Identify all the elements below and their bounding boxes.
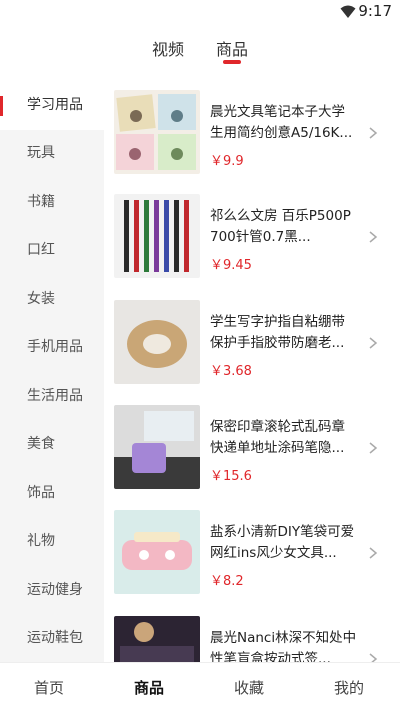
- product-item[interactable]: 晨光Nanci林深不知处中性笔盲盒按动式签...: [104, 608, 400, 662]
- status-bar: 9:17: [0, 0, 400, 26]
- product-item[interactable]: 祁么么文房 百乐P500P700针管0.7黑... ￥9.45: [104, 186, 400, 290]
- product-price: ￥3.68: [210, 364, 252, 379]
- sidebar-item-lipstick[interactable]: 口红: [0, 227, 104, 275]
- product-title: 学生写字护指自粘绷带保护手指胶带防磨老...: [210, 314, 345, 351]
- product-title: 盐系小清新DIY笔袋可爱网红ins风少女文具...: [210, 524, 355, 561]
- sidebar-item-label: 运动鞋包: [27, 630, 83, 646]
- product-price: ￥8.2: [210, 574, 244, 589]
- chevron-right-icon: [369, 653, 378, 662]
- sidebar-item-label: 书籍: [27, 194, 55, 210]
- sidebar-item-label: 手机用品: [27, 339, 83, 355]
- sidebar-item-gifts[interactable]: 礼物: [0, 518, 104, 566]
- nav-mine[interactable]: 我的: [334, 677, 364, 698]
- product-price: ￥9.9: [210, 154, 244, 169]
- chevron-right-icon: [369, 337, 378, 349]
- product-title: 晨光文具笔记本子大学生用简约创意A5/16K...: [210, 104, 353, 141]
- sidebar-item-label: 饰品: [27, 485, 55, 501]
- product-item[interactable]: 学生写字护指自粘绷带保护手指胶带防磨老... ￥3.68: [104, 292, 400, 396]
- product-list: 晨光文具笔记本子大学生用简约创意A5/16K... ￥9.9 祁么么文房 百乐P…: [104, 82, 400, 662]
- sidebar-item-sport-shoes-bags[interactable]: 运动鞋包: [0, 615, 104, 663]
- sidebar-item-study-supplies[interactable]: 学习用品: [0, 82, 104, 130]
- product-image-pens: [114, 194, 200, 278]
- sidebar-item-books[interactable]: 书籍: [0, 179, 104, 227]
- category-sidebar: 学习用品 玩具 书籍 口红 女装 手机用品 生活用品 美食 饰品 礼物 运动健身…: [0, 82, 104, 662]
- chevron-right-icon: [369, 547, 378, 559]
- sidebar-item-label: 玩具: [27, 145, 55, 161]
- product-image-stamp: [114, 405, 200, 489]
- active-tab-indicator: [223, 60, 241, 64]
- product-item[interactable]: 晨光文具笔记本子大学生用简约创意A5/16K... ￥9.9: [104, 82, 400, 186]
- sidebar-item-jewelry[interactable]: 饰品: [0, 470, 104, 518]
- product-image-tape: [114, 300, 200, 384]
- sidebar-item-label: 生活用品: [27, 388, 83, 404]
- sidebar-item-label: 运动健身: [27, 582, 83, 598]
- product-image-pencil-case: [114, 510, 200, 594]
- sidebar-item-label: 女装: [27, 291, 55, 307]
- product-price: ￥15.6: [210, 469, 252, 484]
- wifi-icon: [340, 5, 356, 18]
- tab-video[interactable]: 视频: [152, 36, 184, 60]
- sidebar-item-phone-accessories[interactable]: 手机用品: [0, 324, 104, 372]
- product-image-blind-box-pens: [114, 616, 200, 662]
- tab-goods[interactable]: 商品: [216, 36, 248, 60]
- sidebar-item-toys[interactable]: 玩具: [0, 130, 104, 178]
- product-title: 晨光Nanci林深不知处中性笔盲盒按动式签...: [210, 630, 357, 662]
- sidebar-item-label: 礼物: [27, 533, 55, 549]
- nav-home[interactable]: 首页: [34, 677, 64, 698]
- sidebar-item-label: 美食: [27, 436, 55, 452]
- nav-goods[interactable]: 商品: [134, 677, 164, 698]
- sidebar-item-daily-supplies[interactable]: 生活用品: [0, 373, 104, 421]
- chevron-right-icon: [369, 231, 378, 243]
- product-title: 保密印章滚轮式乱码章快递单地址涂码笔隐...: [210, 419, 345, 456]
- status-time: 9:17: [358, 2, 392, 20]
- sidebar-item-fitness[interactable]: 运动健身: [0, 567, 104, 615]
- sidebar-item-womens-clothing[interactable]: 女装: [0, 276, 104, 324]
- top-tabs: 视频 商品: [0, 26, 400, 70]
- sidebar-item-food[interactable]: 美食: [0, 421, 104, 469]
- product-price: ￥9.45: [210, 258, 252, 273]
- product-image-notebooks: [114, 90, 200, 174]
- nav-favorites[interactable]: 收藏: [234, 677, 264, 698]
- chevron-right-icon: [369, 127, 378, 139]
- active-category-marker: [0, 96, 3, 116]
- bottom-nav: 首页 商品 收藏 我的: [0, 662, 400, 711]
- chevron-right-icon: [369, 442, 378, 454]
- product-item[interactable]: 保密印章滚轮式乱码章快递单地址涂码笔隐... ￥15.6: [104, 397, 400, 501]
- sidebar-item-label: 学习用品: [27, 97, 83, 113]
- product-item[interactable]: 盐系小清新DIY笔袋可爱网红ins风少女文具... ￥8.2: [104, 502, 400, 606]
- product-title: 祁么么文房 百乐P500P700针管0.7黑...: [210, 208, 351, 245]
- sidebar-item-label: 口红: [27, 242, 55, 258]
